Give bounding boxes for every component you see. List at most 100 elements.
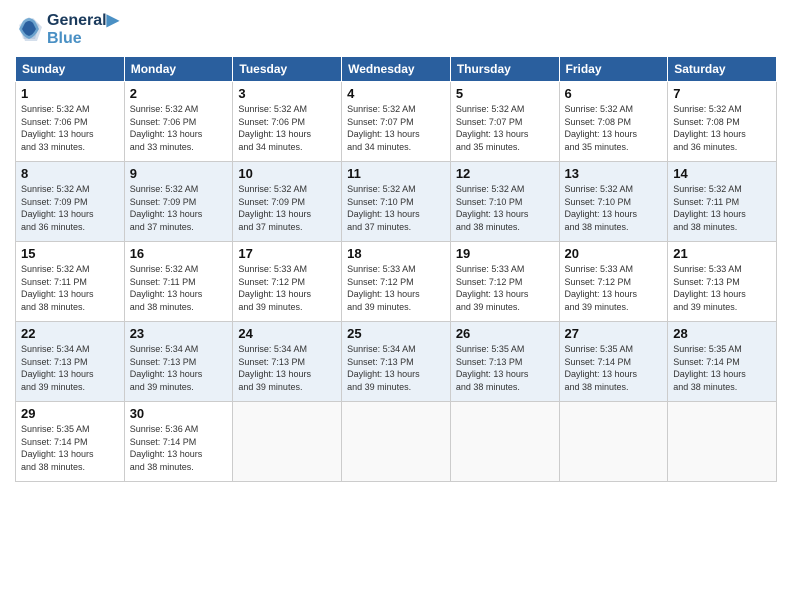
calendar-cell: 12 Sunrise: 5:32 AM Sunset: 7:10 PM Dayli… — [450, 162, 559, 242]
col-header-thursday: Thursday — [450, 57, 559, 82]
calendar-cell: 13 Sunrise: 5:32 AM Sunset: 7:10 PM Dayli… — [559, 162, 668, 242]
calendar-cell — [450, 402, 559, 482]
cell-info: Sunrise: 5:32 AM Sunset: 7:11 PM Dayligh… — [130, 263, 228, 313]
calendar-cell: 30Sunrise: 5:36 AM Sunset: 7:14 PM Dayli… — [124, 402, 233, 482]
day-number: 8 — [21, 166, 119, 181]
calendar-cell: 24 Sunrise: 5:34 AM Sunset: 7:13 PM Dayli… — [233, 322, 342, 402]
cell-info: Sunrise: 5:32 AM Sunset: 7:06 PM Dayligh… — [238, 103, 336, 153]
calendar-cell: 19 Sunrise: 5:33 AM Sunset: 7:12 PM Dayli… — [450, 242, 559, 322]
calendar-cell: 25 Sunrise: 5:34 AM Sunset: 7:13 PM Dayli… — [342, 322, 451, 402]
day-number: 15 — [21, 246, 119, 261]
day-number: 7 — [673, 86, 771, 101]
day-number: 18 — [347, 246, 445, 261]
col-header-friday: Friday — [559, 57, 668, 82]
calendar-cell: 16 Sunrise: 5:32 AM Sunset: 7:11 PM Dayli… — [124, 242, 233, 322]
day-number: 19 — [456, 246, 554, 261]
cell-info: Sunrise: 5:32 AM Sunset: 7:09 PM Dayligh… — [238, 183, 336, 233]
calendar-cell: 22 Sunrise: 5:34 AM Sunset: 7:13 PM Dayli… — [16, 322, 125, 402]
cell-info: Sunrise: 5:33 AM Sunset: 7:13 PM Dayligh… — [673, 263, 771, 313]
calendar-cell — [559, 402, 668, 482]
day-number: 9 — [130, 166, 228, 181]
day-number: 26 — [456, 326, 554, 341]
calendar-cell: 21 Sunrise: 5:33 AM Sunset: 7:13 PM Dayli… — [668, 242, 777, 322]
day-number: 21 — [673, 246, 771, 261]
col-header-wednesday: Wednesday — [342, 57, 451, 82]
col-header-monday: Monday — [124, 57, 233, 82]
cell-info: Sunrise: 5:32 AM Sunset: 7:11 PM Dayligh… — [673, 183, 771, 233]
day-number: 12 — [456, 166, 554, 181]
calendar-cell: 8Sunrise: 5:32 AM Sunset: 7:09 PM Daylig… — [16, 162, 125, 242]
cell-info: Sunrise: 5:32 AM Sunset: 7:07 PM Dayligh… — [456, 103, 554, 153]
calendar-week-row: 1 Sunrise: 5:32 AM Sunset: 7:06 PM Daylig… — [16, 82, 777, 162]
cell-info: Sunrise: 5:33 AM Sunset: 7:12 PM Dayligh… — [238, 263, 336, 313]
day-number: 24 — [238, 326, 336, 341]
cell-info: Sunrise: 5:34 AM Sunset: 7:13 PM Dayligh… — [238, 343, 336, 393]
day-number: 22 — [21, 326, 119, 341]
day-number: 27 — [565, 326, 663, 341]
cell-info: Sunrise: 5:34 AM Sunset: 7:13 PM Dayligh… — [130, 343, 228, 393]
day-number: 30 — [130, 406, 228, 421]
day-number: 14 — [673, 166, 771, 181]
calendar-cell: 11 Sunrise: 5:32 AM Sunset: 7:10 PM Dayli… — [342, 162, 451, 242]
day-number: 16 — [130, 246, 228, 261]
calendar-cell: 20 Sunrise: 5:33 AM Sunset: 7:12 PM Dayli… — [559, 242, 668, 322]
cell-info: Sunrise: 5:32 AM Sunset: 7:11 PM Dayligh… — [21, 263, 119, 313]
day-number: 5 — [456, 86, 554, 101]
cell-info: Sunrise: 5:32 AM Sunset: 7:10 PM Dayligh… — [347, 183, 445, 233]
calendar-cell: 17Sunrise: 5:33 AM Sunset: 7:12 PM Dayli… — [233, 242, 342, 322]
calendar-table: SundayMondayTuesdayWednesdayThursdayFrid… — [15, 56, 777, 482]
calendar-week-row: 22 Sunrise: 5:34 AM Sunset: 7:13 PM Dayli… — [16, 322, 777, 402]
cell-info: Sunrise: 5:32 AM Sunset: 7:09 PM Dayligh… — [130, 183, 228, 233]
cell-info: Sunrise: 5:35 AM Sunset: 7:14 PM Dayligh… — [565, 343, 663, 393]
cell-info: Sunrise: 5:33 AM Sunset: 7:12 PM Dayligh… — [456, 263, 554, 313]
calendar-cell: 28Sunrise: 5:35 AM Sunset: 7:14 PM Dayli… — [668, 322, 777, 402]
header: General▶ Blue — [15, 10, 777, 48]
logo-text: General▶ Blue — [47, 10, 119, 48]
cell-info: Sunrise: 5:32 AM Sunset: 7:06 PM Dayligh… — [21, 103, 119, 153]
calendar-cell: 4Sunrise: 5:32 AM Sunset: 7:07 PM Daylig… — [342, 82, 451, 162]
calendar-cell: 18 Sunrise: 5:33 AM Sunset: 7:12 PM Dayli… — [342, 242, 451, 322]
day-number: 20 — [565, 246, 663, 261]
cell-info: Sunrise: 5:32 AM Sunset: 7:10 PM Dayligh… — [565, 183, 663, 233]
cell-info: Sunrise: 5:33 AM Sunset: 7:12 PM Dayligh… — [347, 263, 445, 313]
cell-info: Sunrise: 5:33 AM Sunset: 7:12 PM Dayligh… — [565, 263, 663, 313]
day-number: 1 — [21, 86, 119, 101]
day-number: 25 — [347, 326, 445, 341]
calendar-cell — [233, 402, 342, 482]
day-number: 13 — [565, 166, 663, 181]
calendar-cell — [668, 402, 777, 482]
col-header-tuesday: Tuesday — [233, 57, 342, 82]
day-number: 29 — [21, 406, 119, 421]
calendar-cell: 3 Sunrise: 5:32 AM Sunset: 7:06 PM Daylig… — [233, 82, 342, 162]
page: General▶ Blue SundayMondayTuesdayWednesd… — [0, 0, 792, 612]
cell-info: Sunrise: 5:35 AM Sunset: 7:13 PM Dayligh… — [456, 343, 554, 393]
calendar-cell: 2Sunrise: 5:32 AM Sunset: 7:06 PM Daylig… — [124, 82, 233, 162]
calendar-week-row: 29 Sunrise: 5:35 AM Sunset: 7:14 PM Dayli… — [16, 402, 777, 482]
cell-info: Sunrise: 5:32 AM Sunset: 7:10 PM Dayligh… — [456, 183, 554, 233]
calendar-cell: 7Sunrise: 5:32 AM Sunset: 7:08 PM Daylig… — [668, 82, 777, 162]
calendar-week-row: 15 Sunrise: 5:32 AM Sunset: 7:11 PM Dayli… — [16, 242, 777, 322]
day-number: 23 — [130, 326, 228, 341]
cell-info: Sunrise: 5:34 AM Sunset: 7:13 PM Dayligh… — [347, 343, 445, 393]
day-number: 10 — [238, 166, 336, 181]
calendar-cell: 26 Sunrise: 5:35 AM Sunset: 7:13 PM Dayli… — [450, 322, 559, 402]
day-number: 11 — [347, 166, 445, 181]
calendar-cell: 29 Sunrise: 5:35 AM Sunset: 7:14 PM Dayli… — [16, 402, 125, 482]
calendar-cell: 23 Sunrise: 5:34 AM Sunset: 7:13 PM Dayli… — [124, 322, 233, 402]
calendar-cell: 27 Sunrise: 5:35 AM Sunset: 7:14 PM Dayli… — [559, 322, 668, 402]
calendar-cell: 5 Sunrise: 5:32 AM Sunset: 7:07 PM Daylig… — [450, 82, 559, 162]
day-number: 3 — [238, 86, 336, 101]
cell-info: Sunrise: 5:35 AM Sunset: 7:14 PM Dayligh… — [673, 343, 771, 393]
calendar-week-row: 8 Sunrise: 5:32 AM Sunset: 7:09 PM Daylig… — [16, 162, 777, 242]
cell-info: Sunrise: 5:32 AM Sunset: 7:07 PM Dayligh… — [347, 103, 445, 153]
cell-info: Sunrise: 5:32 AM Sunset: 7:06 PM Dayligh… — [130, 103, 228, 153]
col-header-saturday: Saturday — [668, 57, 777, 82]
cell-info: Sunrise: 5:34 AM Sunset: 7:13 PM Dayligh… — [21, 343, 119, 393]
cell-info: Sunrise: 5:32 AM Sunset: 7:08 PM Dayligh… — [565, 103, 663, 153]
logo: General▶ Blue — [15, 10, 119, 48]
cell-info: Sunrise: 5:35 AM Sunset: 7:14 PM Dayligh… — [21, 423, 119, 473]
calendar-cell: 10 Sunrise: 5:32 AM Sunset: 7:09 PM Dayli… — [233, 162, 342, 242]
col-header-sunday: Sunday — [16, 57, 125, 82]
calendar-cell: 9 Sunrise: 5:32 AM Sunset: 7:09 PM Daylig… — [124, 162, 233, 242]
calendar-cell — [342, 402, 451, 482]
